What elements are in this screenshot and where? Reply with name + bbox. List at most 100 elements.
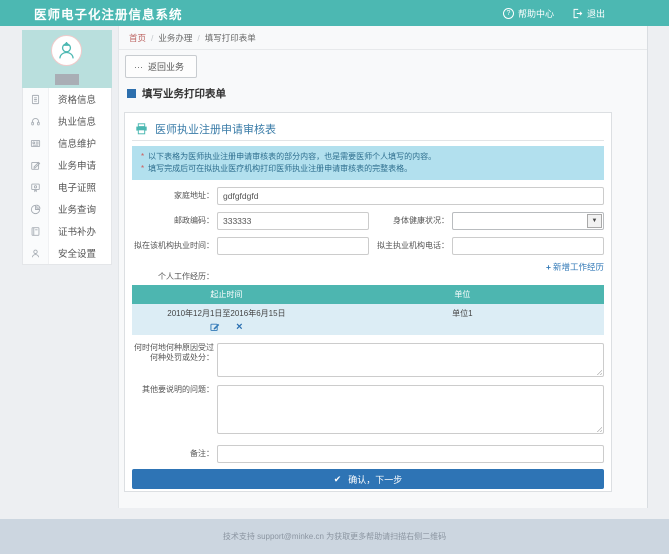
- user-lock-icon: [23, 242, 49, 264]
- work-experience-table: 起止时间 单位 2010年12月1日至2016年6月15日 单位1 ×: [132, 285, 604, 335]
- table-row-actions: ×: [132, 321, 321, 332]
- chevron-down-icon[interactable]: ▼: [587, 214, 602, 228]
- org-phone-label: 拟主执业机构电话：: [369, 241, 449, 251]
- other-issues-textarea-wrap: [217, 385, 604, 434]
- practice-time-input[interactable]: [217, 237, 369, 255]
- footer: 技术支持 support@minke.cn 为获取更多帮助请扫描右侧二维码: [0, 519, 669, 554]
- delete-icon[interactable]: ×: [236, 322, 242, 332]
- sidebar-item-practice-info[interactable]: 执业信息: [23, 110, 111, 132]
- pie-query-icon: [23, 198, 49, 220]
- sidebar-item-business-application[interactable]: 业务申请: [23, 154, 111, 176]
- edit-icon: [23, 154, 49, 176]
- resize-grip-icon[interactable]: [596, 426, 602, 432]
- home-address-label: 家庭地址：: [132, 191, 214, 201]
- info-box: * 以下表格为医师执业注册申请审核表的部分内容，也是需要医师个人填写的内容。 *…: [132, 146, 604, 180]
- square-bullet-icon: [127, 89, 136, 98]
- resize-grip-icon[interactable]: [596, 369, 602, 375]
- sidebar: 资格信息 执业信息 信息维护 业务申请 电子证照: [22, 30, 112, 265]
- dots-icon: ···: [134, 65, 143, 69]
- help-icon: ?: [503, 8, 514, 19]
- section-title: 填写业务打印表单: [119, 83, 647, 103]
- sidebar-item-business-query[interactable]: 业务查询: [23, 198, 111, 220]
- punishment-textarea-wrap: [217, 343, 604, 377]
- breadcrumb: 首页 / 业务办理 / 填写打印表单: [119, 26, 647, 50]
- form-title: 医师执业注册申请审核表: [155, 121, 276, 137]
- app-title: 医师电子化注册信息系统: [34, 4, 183, 23]
- id-card-icon: [23, 132, 49, 154]
- info-note-text: 填写完成后可在拟执业医疗机构打印医师执业注册申请审核表的完整表格。: [148, 163, 412, 175]
- form-row-home-address: 家庭地址：: [132, 187, 604, 205]
- add-experience-label: 新增工作经历: [553, 262, 604, 272]
- info-note-text: 以下表格为医师执业注册申请审核表的部分内容，也是需要医师个人填写的内容。: [148, 151, 436, 163]
- sidebar-item-electronic-certificate[interactable]: 电子证照: [23, 176, 111, 198]
- add-experience-row: +新增工作经历: [132, 261, 604, 271]
- header-actions: ? 帮助中心 退出: [503, 0, 605, 26]
- help-label: 帮助中心: [518, 7, 554, 20]
- check-icon: ✔: [334, 474, 342, 485]
- confirm-next-button[interactable]: ✔ 确认，下一步: [132, 469, 604, 489]
- org-phone-input[interactable]: [452, 237, 604, 255]
- punishment-label: 何时何地何种原因受过何种处罚或处分：: [132, 343, 214, 363]
- punishment-textarea[interactable]: [217, 343, 604, 377]
- breadcrumb-business[interactable]: 业务办理: [158, 32, 192, 44]
- practice-time-label: 拟在该机构执业时间：: [132, 241, 214, 251]
- table-cell-time: 2010年12月1日至2016年6月15日: [132, 308, 321, 319]
- postal-code-input[interactable]: [217, 212, 369, 230]
- table-row: 2010年12月1日至2016年6月15日 单位1 ×: [132, 304, 604, 335]
- info-note: * 以下表格为医师执业注册申请审核表的部分内容，也是需要医师个人填写的内容。: [141, 151, 595, 163]
- section-title-text: 填写业务打印表单: [142, 86, 226, 101]
- sidebar-item-security-settings[interactable]: 安全设置: [23, 242, 111, 264]
- form-row-other-issues: 其他要说明的问题：: [132, 385, 604, 434]
- info-note: * 填写完成后可在拟执业医疗机构打印医师执业注册申请审核表的完整表格。: [141, 163, 595, 175]
- logout-icon: [572, 8, 583, 19]
- confirm-next-label: 确认，下一步: [348, 473, 402, 486]
- work-experience-label: 个人工作经历：: [132, 272, 214, 282]
- home-address-input[interactable]: [217, 187, 604, 205]
- sidebar-item-certificate-reissue[interactable]: 证书补办: [23, 220, 111, 242]
- logout-link[interactable]: 退出: [572, 7, 605, 20]
- printer-icon: [135, 123, 148, 135]
- remarks-label: 备注：: [132, 449, 214, 459]
- health-status-label: 身体健康状况：: [369, 216, 449, 226]
- toolbar: ··· 返回业务: [119, 50, 647, 83]
- breadcrumb-separator: /: [151, 33, 153, 43]
- avatar[interactable]: [51, 35, 82, 66]
- add-experience-link[interactable]: +新增工作经历: [546, 262, 604, 272]
- table-header: 起止时间 单位: [132, 285, 604, 304]
- table-cell-unit: 单位1: [321, 308, 604, 319]
- note-bullet-icon: *: [141, 151, 144, 163]
- sidebar-menu: 资格信息 执业信息 信息维护 业务申请 电子证照: [22, 88, 112, 265]
- work-experience-row: 个人工作经历：: [132, 272, 604, 282]
- table-row-values: 2010年12月1日至2016年6月15日 单位1: [132, 308, 604, 319]
- help-center-link[interactable]: ? 帮助中心: [503, 7, 554, 20]
- other-issues-label: 其他要说明的问题：: [132, 385, 214, 395]
- app-header: 医师电子化注册信息系统 ? 帮助中心 退出: [0, 0, 669, 26]
- document-icon: [23, 88, 49, 110]
- form-row-time-phone: 拟在该机构执业时间： 拟主执业机构电话：: [132, 237, 604, 255]
- return-business-label: 返回业务: [148, 60, 184, 73]
- form-row-remarks: 备注：: [132, 445, 604, 463]
- breadcrumb-home[interactable]: 首页: [129, 32, 146, 44]
- sidebar-item-qualification-info[interactable]: 资格信息: [23, 88, 111, 110]
- breadcrumb-current: 填写打印表单: [205, 32, 256, 44]
- sidebar-item-info-maintenance[interactable]: 信息维护: [23, 132, 111, 154]
- main-content: 首页 / 业务办理 / 填写打印表单 ··· 返回业务 填写业务打印表单 医师执…: [118, 26, 648, 508]
- edit-icon[interactable]: [210, 322, 220, 332]
- form-row-postal-health: 邮政编码： 身体健康状况： ▼: [132, 212, 604, 230]
- form-panel: 医师执业注册申请审核表 * 以下表格为医师执业注册申请审核表的部分内容，也是需要…: [124, 112, 612, 492]
- headset-icon: [23, 110, 49, 132]
- user-name-redacted: [55, 74, 79, 85]
- doctor-avatar-icon: [56, 40, 77, 61]
- certificate-icon: [23, 176, 49, 198]
- health-status-select[interactable]: ▼: [452, 212, 604, 230]
- panel-header: 医师执业注册申请审核表: [132, 118, 604, 141]
- postal-code-label: 邮政编码：: [132, 216, 214, 226]
- sidebar-profile: [22, 30, 112, 88]
- return-business-button[interactable]: ··· 返回业务: [125, 55, 197, 78]
- logout-label: 退出: [587, 7, 605, 20]
- book-icon: [23, 220, 49, 242]
- other-issues-textarea[interactable]: [217, 385, 604, 434]
- remarks-input[interactable]: [217, 445, 604, 463]
- form-row-punishment: 何时何地何种原因受过何种处罚或处分：: [132, 343, 604, 377]
- footer-text: 技术支持 support@minke.cn 为获取更多帮助请扫描右侧二维码: [223, 531, 446, 542]
